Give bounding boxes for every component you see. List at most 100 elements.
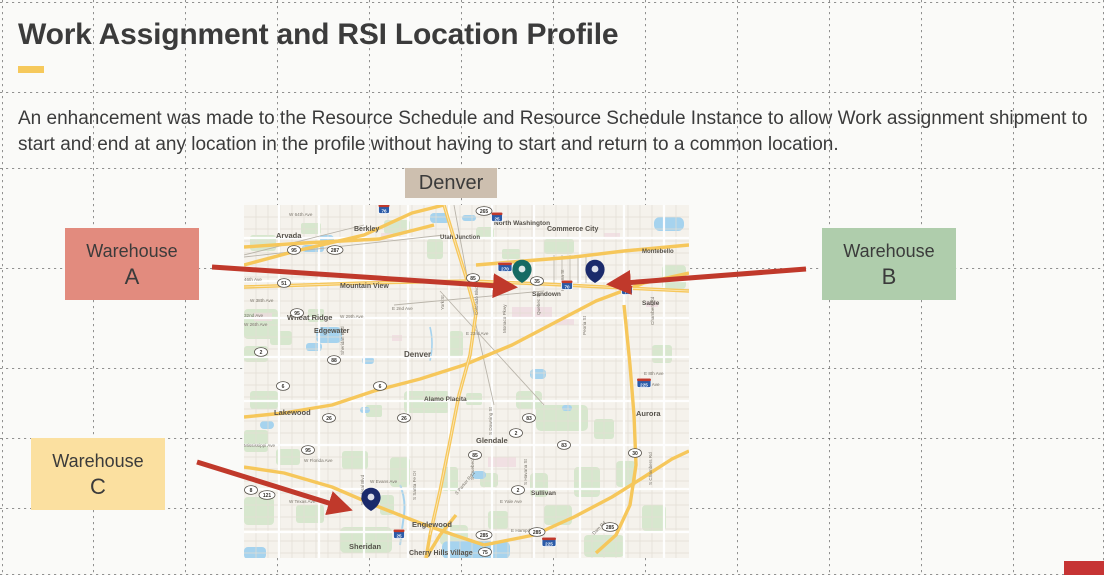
map-highway-shield: 83 <box>557 440 571 450</box>
map-place-label: Sable <box>642 300 660 307</box>
svg-text:83: 83 <box>526 416 532 422</box>
map-street-label: S Downing St <box>488 406 493 435</box>
callout-warehouse-b[interactable]: Warehouse B <box>822 228 956 300</box>
map-highway-shield: 95 <box>301 445 315 455</box>
map-highway-shield: 26 <box>397 413 411 423</box>
map-street-label: Colorado Blvd <box>474 286 479 315</box>
map-street-label: W 26th Ave <box>244 322 268 327</box>
callout-warehouse-c-line2: C <box>90 474 106 499</box>
map-street-label: Monaco Pkwy <box>502 304 507 333</box>
svg-text:35: 35 <box>534 279 540 285</box>
map-street-label: W 64th Ave <box>289 212 313 217</box>
map-highway-shield: 265 <box>475 206 493 216</box>
page-title: Work Assignment and RSI Location Profile <box>18 18 619 51</box>
callout-denver[interactable]: Denver <box>405 168 497 198</box>
map-highway-shield: 285 <box>528 527 546 537</box>
svg-text:265: 265 <box>480 209 489 215</box>
svg-text:225: 225 <box>545 541 553 546</box>
svg-text:70: 70 <box>624 289 630 294</box>
map-highway-shield: 95 <box>290 308 304 318</box>
svg-text:285: 285 <box>480 533 489 539</box>
map-street-label: W 38th Ave <box>250 298 274 303</box>
svg-text:75: 75 <box>482 550 488 556</box>
map-street-label: S Chambers Rd <box>648 452 653 485</box>
svg-text:121: 121 <box>263 493 272 499</box>
svg-text:6: 6 <box>282 384 285 390</box>
map-place-label: Sheridan <box>349 542 382 551</box>
map-highway-shield: 6 <box>276 381 290 391</box>
svg-text:85: 85 <box>472 453 478 459</box>
map-place-label: Utah Junction <box>440 235 480 241</box>
map-place-label: Aurora <box>636 409 661 418</box>
callout-warehouse-b-line1: Warehouse <box>843 241 935 261</box>
svg-text:26: 26 <box>401 416 407 422</box>
title-accent-bar <box>18 66 44 73</box>
svg-text:285: 285 <box>533 530 542 536</box>
map-street-label: S Santa Fe Dr <box>412 470 417 500</box>
svg-text:2: 2 <box>260 350 263 356</box>
map-highway-shield: 285 <box>475 530 493 540</box>
map-highway-shield: 88 <box>327 355 341 365</box>
svg-text:70: 70 <box>564 284 570 289</box>
callout-warehouse-a-line1: Warehouse <box>86 241 178 261</box>
map-highway-shield: 30 <box>628 448 642 458</box>
map-highway-shield: 35 <box>530 276 544 286</box>
map-street-label: W Evans Ave <box>370 479 398 484</box>
map-place-label: Commerce City <box>547 226 598 233</box>
map-place-label: Berkley <box>354 226 379 233</box>
map-place-label: Sullivan <box>531 490 556 497</box>
svg-text:51: 51 <box>281 281 287 287</box>
map-street-label: Mississippi Ave <box>244 443 276 448</box>
map-street-label: E 8th Ave <box>644 371 664 376</box>
svg-text:2: 2 <box>515 431 518 437</box>
map-street-label: York St <box>440 295 445 310</box>
map-place-label: Glendale <box>476 436 508 445</box>
map-highway-shield: 83 <box>522 413 536 423</box>
map-highway-shield: 70 <box>561 280 573 290</box>
map-highway-shield: 26 <box>322 413 336 423</box>
svg-text:95: 95 <box>291 248 297 254</box>
map-highway-shield: 287 <box>326 245 344 255</box>
svg-text:225: 225 <box>640 382 648 387</box>
svg-text:8: 8 <box>250 488 253 494</box>
map-street-label: W Texas Ave <box>289 499 316 504</box>
map-street-label: E 23rd Ave <box>466 331 489 336</box>
map-highway-shield: 285 <box>601 522 619 532</box>
callout-warehouse-a[interactable]: Warehouse A <box>65 228 199 300</box>
svg-text:95: 95 <box>294 311 300 317</box>
map-street-label: W 29th Ave <box>340 314 364 319</box>
map-highway-shield: 85 <box>468 450 482 460</box>
callout-warehouse-c-line1: Warehouse <box>52 451 144 471</box>
map-image[interactable]: W 64th Ave W 38th Ave W 29th Ave W 26th Ave… <box>244 205 689 558</box>
map-highway-shield: 225 <box>636 378 652 388</box>
callout-warehouse-c[interactable]: Warehouse C <box>31 438 165 510</box>
map-highway-shield: 75 <box>478 547 492 557</box>
map-highway-shield: 76 <box>378 205 390 214</box>
map-street-label: 32nd Ave <box>244 313 264 318</box>
map-place-label: Englewood <box>412 520 452 529</box>
svg-text:30: 30 <box>632 451 638 457</box>
map-highway-shield: 8 <box>244 485 258 495</box>
callout-warehouse-a-line2: A <box>124 264 140 289</box>
svg-text:6: 6 <box>379 384 382 390</box>
map-highway-shield: 270 <box>497 262 513 272</box>
map-highway-shield: 70 <box>621 285 633 295</box>
map-place-label: Cherry Hills Village <box>409 550 473 557</box>
map-highway-shield: 2 <box>511 485 525 495</box>
svg-text:270: 270 <box>501 266 509 271</box>
map-place-label: Mountain View <box>340 283 389 290</box>
map-street-label: 46th Ave <box>244 277 262 282</box>
svg-text:26: 26 <box>326 416 332 422</box>
map-highway-shield: 85 <box>466 273 480 283</box>
map-highway-shield: 225 <box>541 537 557 547</box>
svg-text:85: 85 <box>470 276 476 282</box>
svg-text:285: 285 <box>606 525 615 531</box>
svg-text:2: 2 <box>517 488 520 494</box>
map-highway-shield: 6 <box>373 381 387 391</box>
svg-text:95: 95 <box>305 448 311 454</box>
map-street-label: S Havana St <box>523 458 528 485</box>
svg-text:83: 83 <box>561 443 567 449</box>
map-place-label: Arvada <box>276 231 302 240</box>
map-street-label: E 2nd Ave <box>392 306 413 311</box>
body-paragraph: An enhancement was made to the Resource … <box>18 108 1088 155</box>
